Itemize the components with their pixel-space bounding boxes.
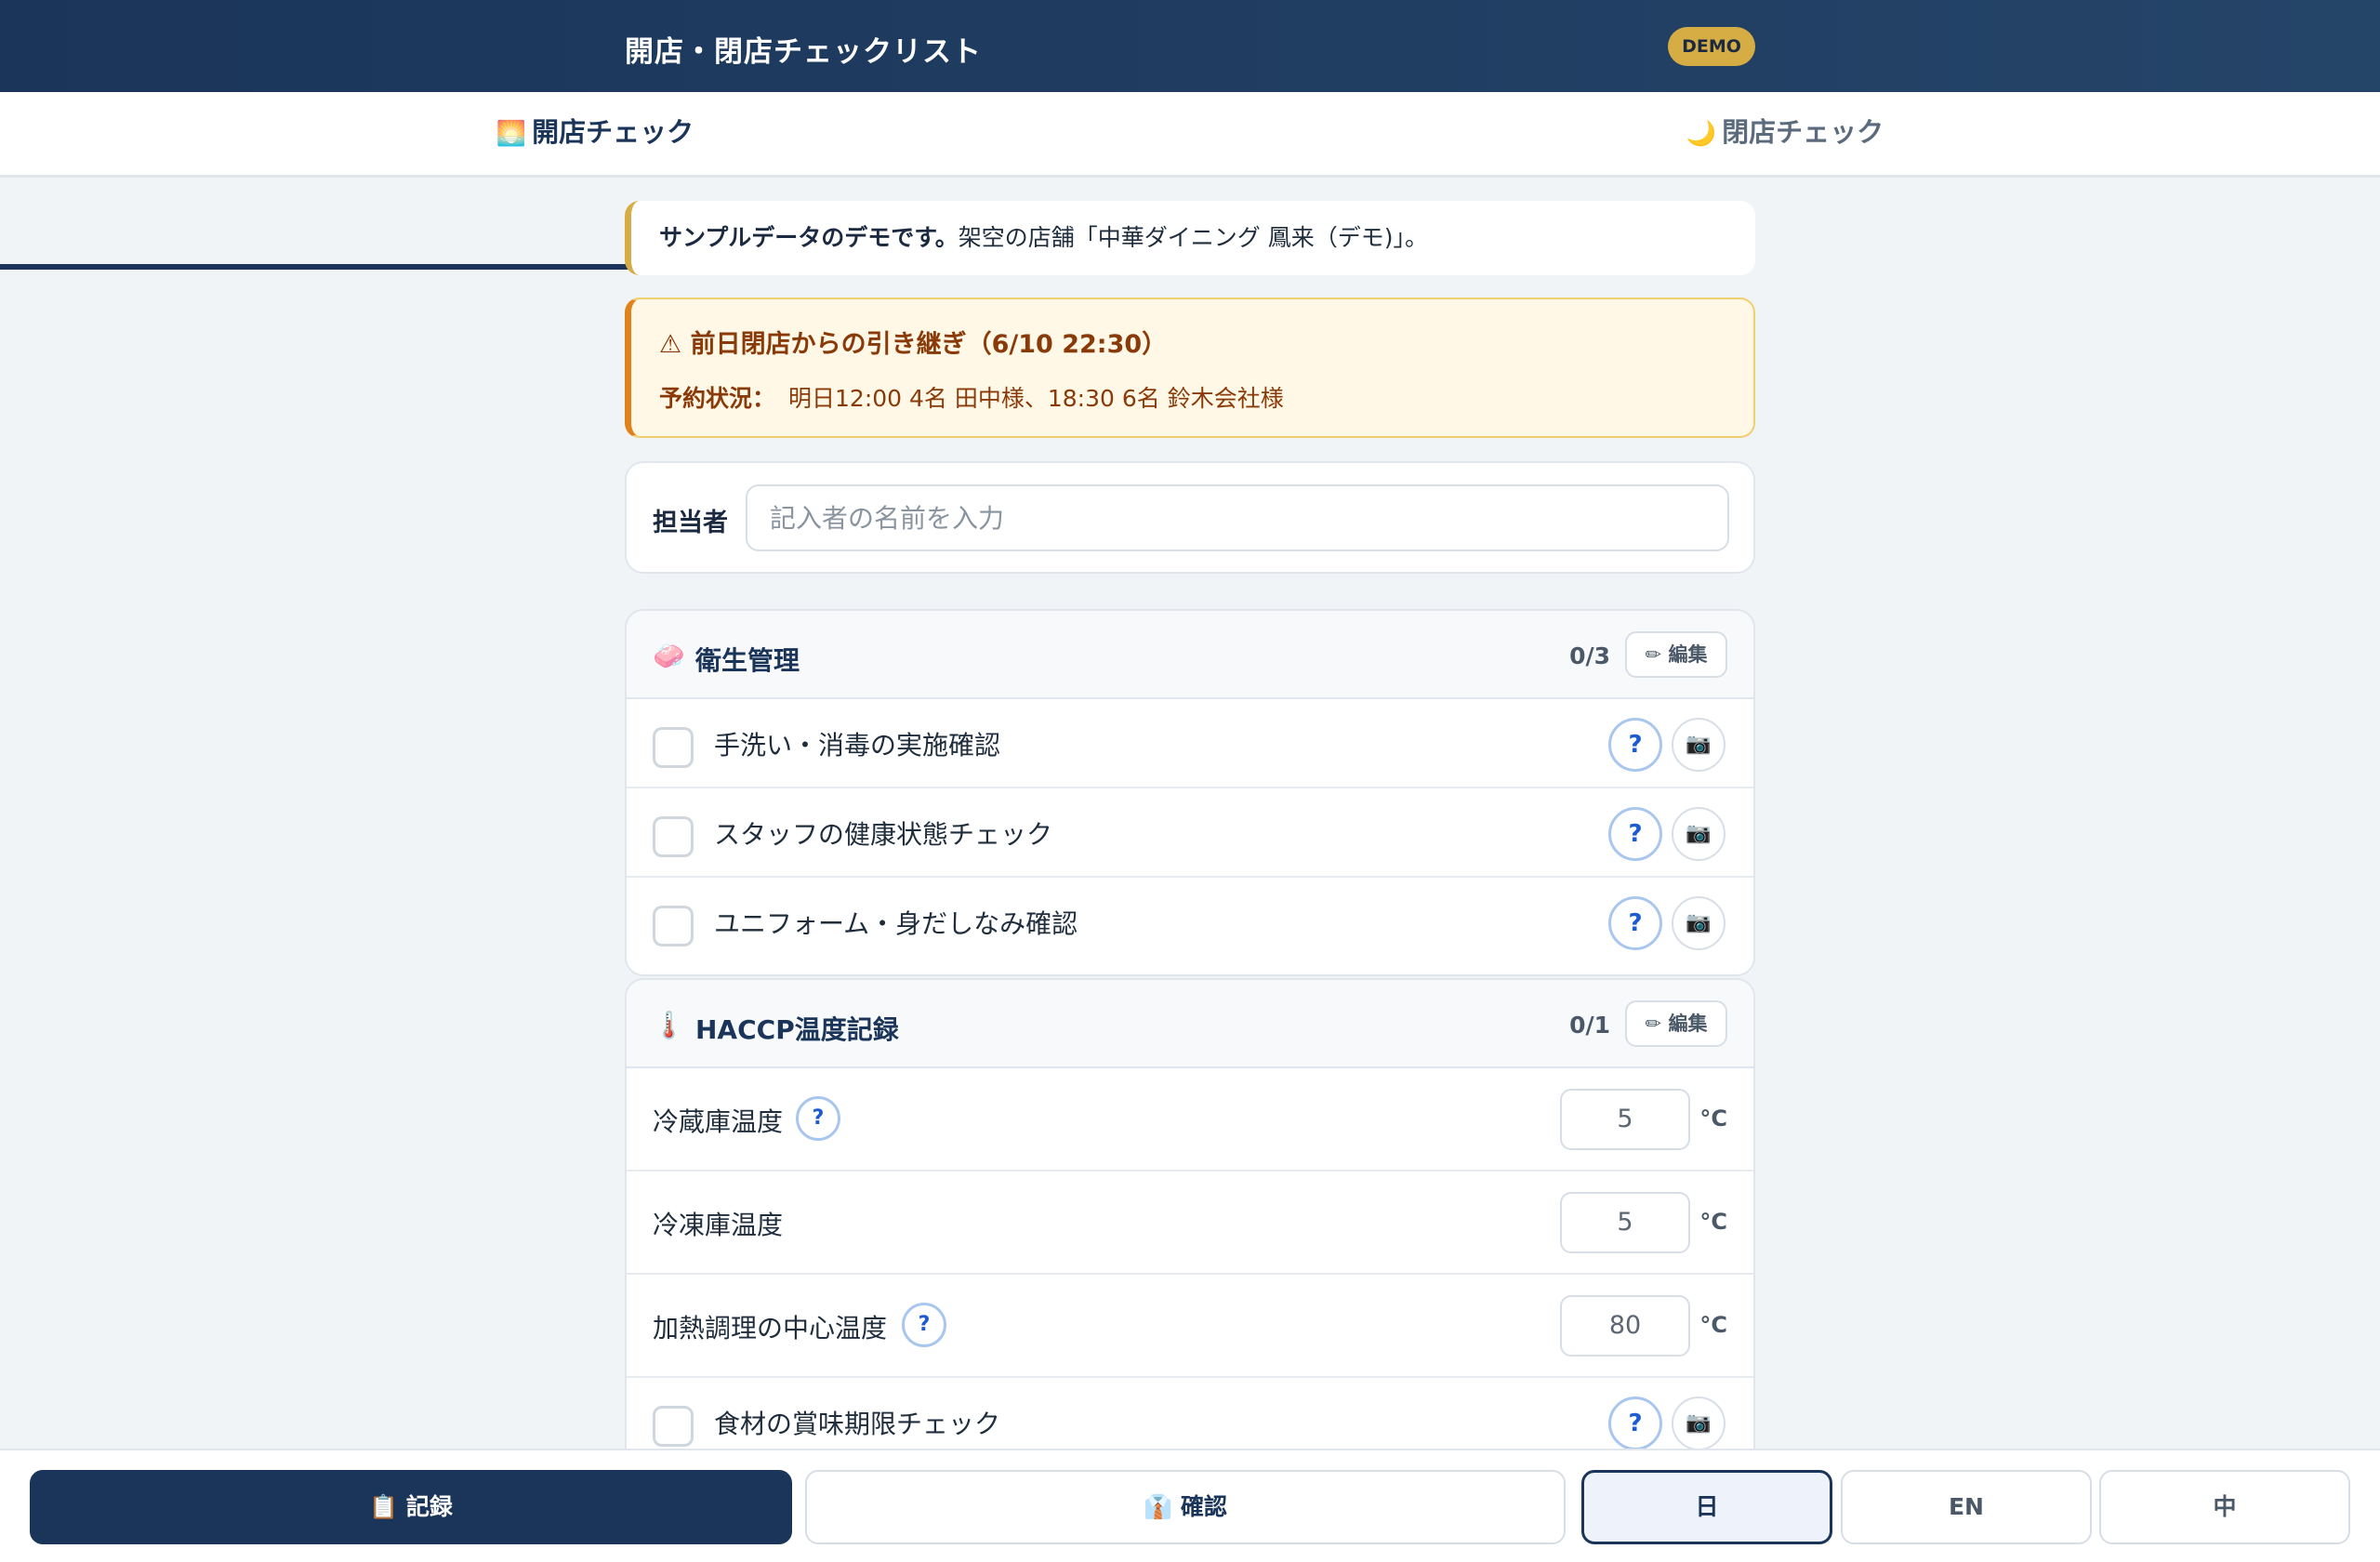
unit-label: °C <box>1699 1209 1727 1235</box>
tab-label: 閉店チェック <box>1722 116 1884 148</box>
tab-closing-check[interactable]: 🌙 閉店チェック <box>1190 92 2380 178</box>
temperature-row: 加熱調理の中心温度 ? 80 °C <box>627 1275 1753 1378</box>
temperature-row: 冷凍庫温度 5 °C <box>627 1172 1753 1275</box>
camera-icon[interactable]: 📷 <box>1672 718 1726 772</box>
item-label: 手洗い・消毒の実施確認 <box>714 730 1001 761</box>
sunrise-icon: 🌅 <box>496 120 527 148</box>
checklist-item: スタッフの健康状態チェック ? 📷 <box>627 788 1753 878</box>
person-label: 担当者 <box>653 509 728 537</box>
tab-opening-check[interactable]: 🌅 開店チェック <box>0 92 1190 178</box>
app-header: 開店・閉店チェックリスト DEMO <box>0 0 2380 92</box>
section-progress-count: 0/3 <box>1569 642 1610 669</box>
section-title: 衛生管理 <box>695 645 800 676</box>
checklist-item: ユニフォーム・身だしなみ確認 ? 📷 <box>627 878 1753 967</box>
moon-icon: 🌙 <box>1686 120 1717 148</box>
language-ja-button[interactable]: 日 <box>1581 1470 1832 1544</box>
confirm-button[interactable]: 👔 確認 <box>805 1470 1566 1544</box>
section-progress-count: 0/1 <box>1569 1012 1610 1039</box>
language-en-button[interactable]: EN <box>1841 1470 2092 1544</box>
item-checkbox[interactable] <box>653 816 694 857</box>
section-header: 🧼 衛生管理 0/3 ✏ 編集 <box>627 611 1753 699</box>
language-zh-button[interactable]: 中 <box>2099 1470 2350 1544</box>
bottom-nav-bar: 📋 記録 👔 確認 日 EN 中 <box>0 1449 2380 1562</box>
edit-section-button[interactable]: ✏ 編集 <box>1625 1000 1727 1047</box>
reservation-row: 予約状況： 明日12:00 4名 田中様、18:30 6名 鈴木会社様 <box>659 380 1726 414</box>
temperature-input[interactable]: 5 <box>1560 1192 1690 1253</box>
help-button[interactable]: ? <box>902 1303 946 1347</box>
reservation-label: 予約状況： <box>659 385 776 412</box>
tab-label: 開店チェック <box>532 116 694 148</box>
temperature-row: 冷蔵庫温度 ? 5 °C <box>627 1068 1753 1172</box>
help-button[interactable]: ? <box>1608 1397 1662 1450</box>
camera-icon[interactable]: 📷 <box>1672 1397 1726 1450</box>
handover-title: ⚠ 前日閉店からの引き継ぎ（6/10 22:30） <box>659 330 1168 359</box>
reservation-value: 明日12:00 4名 田中様、18:30 6名 鈴木会社様 <box>788 385 1284 412</box>
edit-section-button[interactable]: ✏ 編集 <box>1625 631 1727 678</box>
person-in-charge-card: 担当者 <box>625 461 1755 574</box>
checklist-tabs: 🌅 開店チェック 🌙 閉店チェック <box>0 92 2380 270</box>
unit-label: °C <box>1699 1105 1727 1132</box>
demo-notice: サンプルデータのデモです。架空の店舗「中華ダイニング 鳳来（デモ)」。 <box>625 201 1755 275</box>
demo-badge: DEMO <box>1668 27 1755 66</box>
temp-label: 冷凍庫温度 <box>653 1210 784 1240</box>
camera-icon[interactable]: 📷 <box>1672 807 1726 861</box>
section-haccp: 🌡️ HACCP温度記録 0/1 ✏ 編集 冷蔵庫温度 ? 5 °C 冷凍庫温度… <box>625 978 1755 1462</box>
item-label: スタッフの健康状態チェック <box>714 819 1053 850</box>
help-button[interactable]: ? <box>1608 718 1662 772</box>
item-checkbox[interactable] <box>653 727 694 768</box>
item-checkbox[interactable] <box>653 906 694 946</box>
thermometer-icon: 🌡️ <box>653 1010 685 1040</box>
checklist-item: 手洗い・消毒の実施確認 ? 📷 <box>627 699 1753 788</box>
section-header: 🌡️ HACCP温度記録 0/1 ✏ 編集 <box>627 980 1753 1068</box>
unit-label: °C <box>1699 1312 1727 1338</box>
temperature-input[interactable]: 80 <box>1560 1295 1690 1357</box>
temp-label: 加熱調理の中心温度 <box>653 1313 888 1344</box>
item-checkbox[interactable] <box>653 1406 694 1447</box>
help-button[interactable]: ? <box>796 1096 840 1141</box>
temperature-input[interactable]: 5 <box>1560 1089 1690 1150</box>
soap-icon: 🧼 <box>653 641 685 671</box>
item-label: ユニフォーム・身だしなみ確認 <box>714 908 1078 939</box>
notice-text: 架空の店舗「中華ダイニング 鳳来（デモ)」。 <box>958 224 1428 251</box>
help-button[interactable]: ? <box>1608 807 1662 861</box>
page-title: 開店・閉店チェックリスト <box>625 35 982 69</box>
person-name-input[interactable] <box>746 484 1729 551</box>
record-button[interactable]: 📋 記録 <box>30 1470 792 1544</box>
item-label: 食材の賞味期限チェック <box>714 1409 1001 1439</box>
section-title: HACCP温度記録 <box>695 1014 899 1045</box>
help-button[interactable]: ? <box>1608 896 1662 950</box>
temp-label: 冷蔵庫温度 <box>653 1106 784 1137</box>
notice-bold: サンプルデータのデモです。 <box>659 224 959 251</box>
handover-panel: ⚠ 前日閉店からの引き継ぎ（6/10 22:30） 予約状況： 明日12:00 4… <box>625 298 1755 438</box>
camera-icon[interactable]: 📷 <box>1672 896 1726 950</box>
section-hygiene: 🧼 衛生管理 0/3 ✏ 編集 手洗い・消毒の実施確認 ? 📷 スタッフの健康状… <box>625 609 1755 976</box>
